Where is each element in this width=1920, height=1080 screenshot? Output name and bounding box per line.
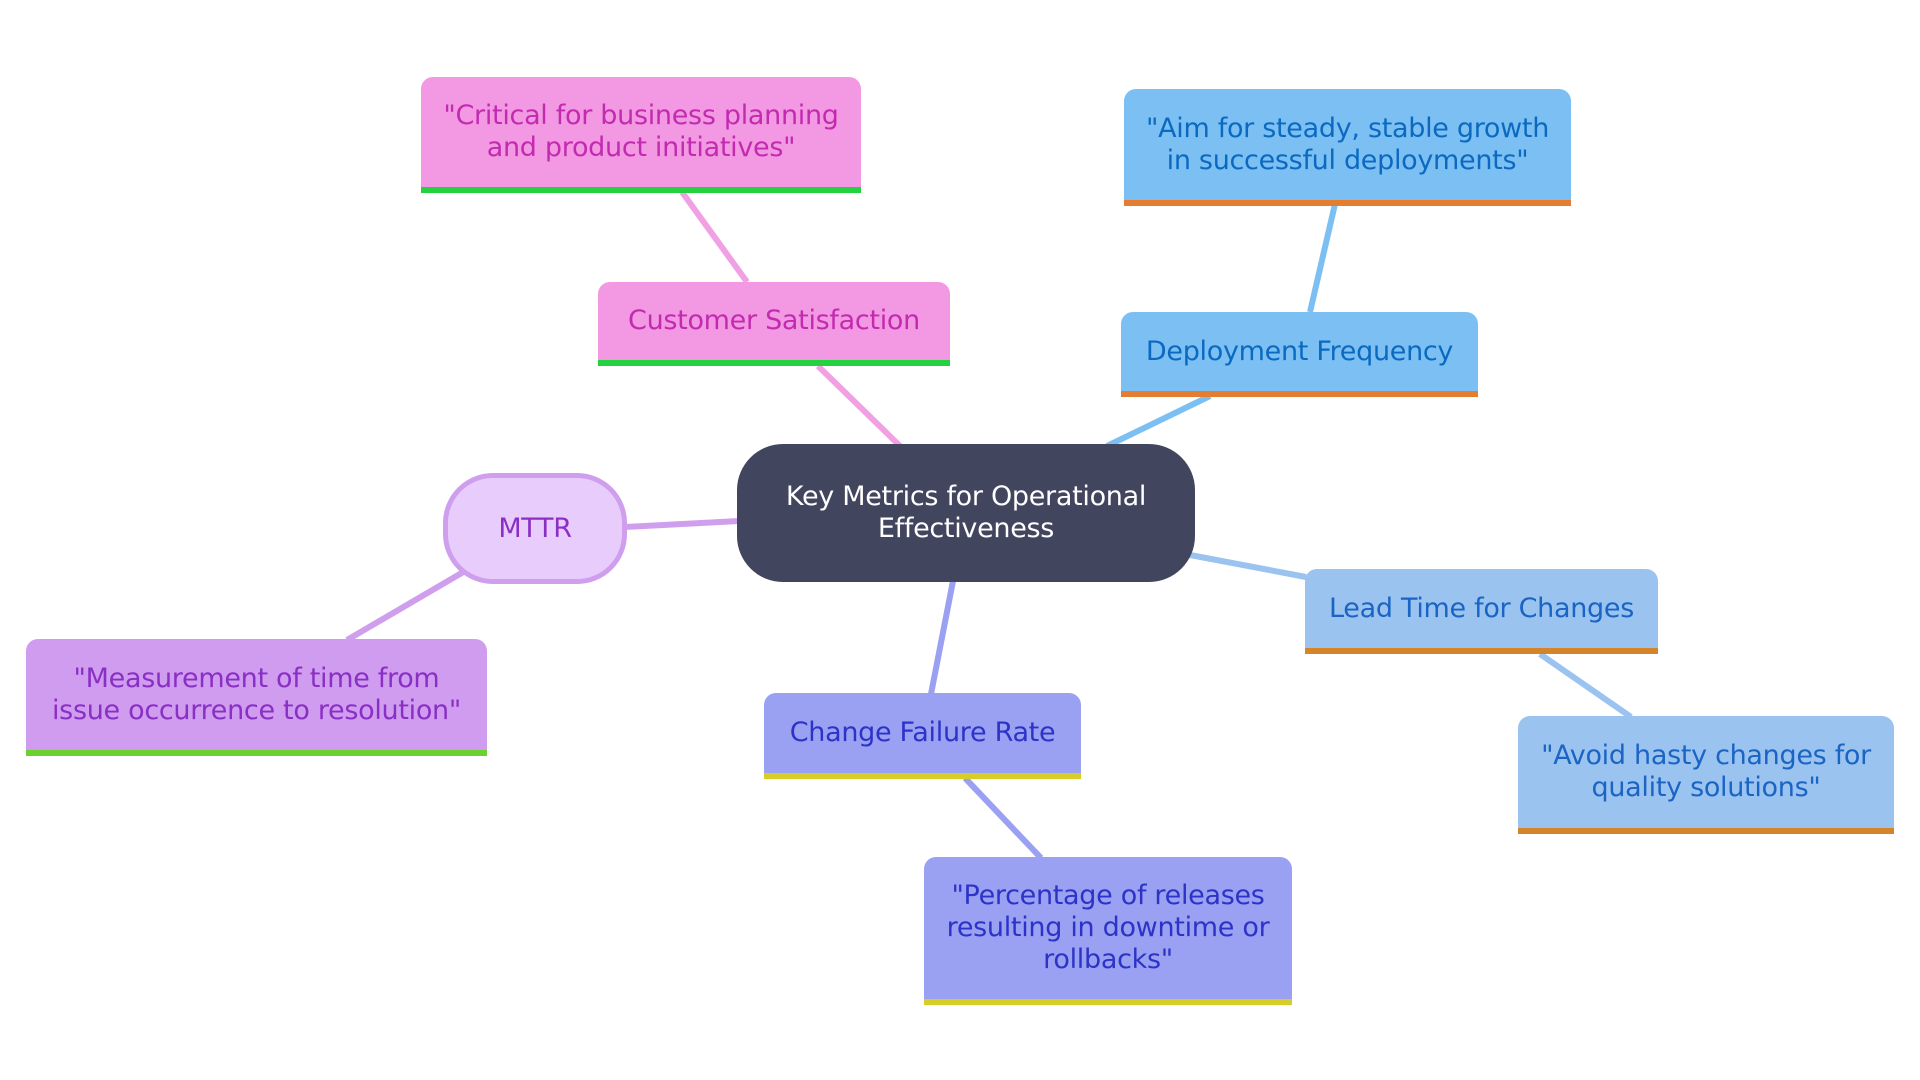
node-label: "Aim for steady, stable growth in succes… xyxy=(1145,112,1550,176)
node-label: Customer Satisfaction xyxy=(628,305,920,336)
root-node[interactable]: Key Metrics for Operational Effectivenes… xyxy=(737,444,1195,582)
node-percentage-of-releases[interactable]: "Percentage of releases resulting in dow… xyxy=(924,857,1292,1005)
accent-bar xyxy=(924,999,1292,1005)
edge-critical-to-customer-satisfaction xyxy=(679,190,750,284)
node-label: "Avoid hasty changes for quality solutio… xyxy=(1541,740,1871,803)
accent-bar xyxy=(1518,828,1894,834)
node-mttr[interactable]: MTTR xyxy=(443,473,627,584)
node-label: MTTR xyxy=(498,512,572,544)
node-label: "Critical for business planning and prod… xyxy=(443,100,839,163)
accent-bar xyxy=(598,360,950,366)
node-customer-satisfaction[interactable]: Customer Satisfaction xyxy=(598,282,950,366)
node-label: Deployment Frequency xyxy=(1145,335,1454,367)
accent-bar xyxy=(1124,200,1571,206)
node-label: "Measurement of time from issue occurren… xyxy=(51,662,461,726)
accent-bar xyxy=(1305,648,1658,654)
edge-lead-time-to-root xyxy=(1189,552,1307,580)
node-aim-for-steady-growth[interactable]: "Aim for steady, stable growth in succes… xyxy=(1124,89,1571,206)
node-label: Change Failure Rate xyxy=(789,717,1056,748)
node-lead-time-for-changes[interactable]: Lead Time for Changes xyxy=(1305,569,1658,654)
node-avoid-hasty-changes[interactable]: "Avoid hasty changes for quality solutio… xyxy=(1518,716,1894,834)
node-measurement-of-time[interactable]: "Measurement of time from issue occurren… xyxy=(26,639,487,756)
edge-change-failure-rate-to-root xyxy=(928,580,956,695)
node-deployment-frequency[interactable]: Deployment Frequency xyxy=(1121,312,1478,397)
node-label: "Percentage of releases resulting in dow… xyxy=(946,880,1270,975)
accent-bar xyxy=(764,773,1081,779)
edge-deployment-frequency-to-root xyxy=(1105,393,1212,449)
edge-change-failure-rate-to-percentage xyxy=(962,775,1044,861)
root-node-label: Key Metrics for Operational Effectivenes… xyxy=(785,481,1147,544)
edge-aim-to-deployment-frequency xyxy=(1307,203,1338,313)
edge-mttr-to-measurement xyxy=(345,568,467,643)
accent-bar xyxy=(421,187,861,193)
node-critical-for-business[interactable]: "Critical for business planning and prod… xyxy=(421,77,861,193)
accent-bar xyxy=(26,750,487,756)
accent-bar xyxy=(1121,391,1478,397)
edge-mttr-to-root xyxy=(624,518,740,530)
node-label: Lead Time for Changes xyxy=(1329,592,1634,624)
edge-customer-satisfaction-to-root xyxy=(815,363,903,449)
edge-lead-time-to-avoid xyxy=(1538,651,1633,720)
node-change-failure-rate[interactable]: Change Failure Rate xyxy=(764,693,1081,779)
